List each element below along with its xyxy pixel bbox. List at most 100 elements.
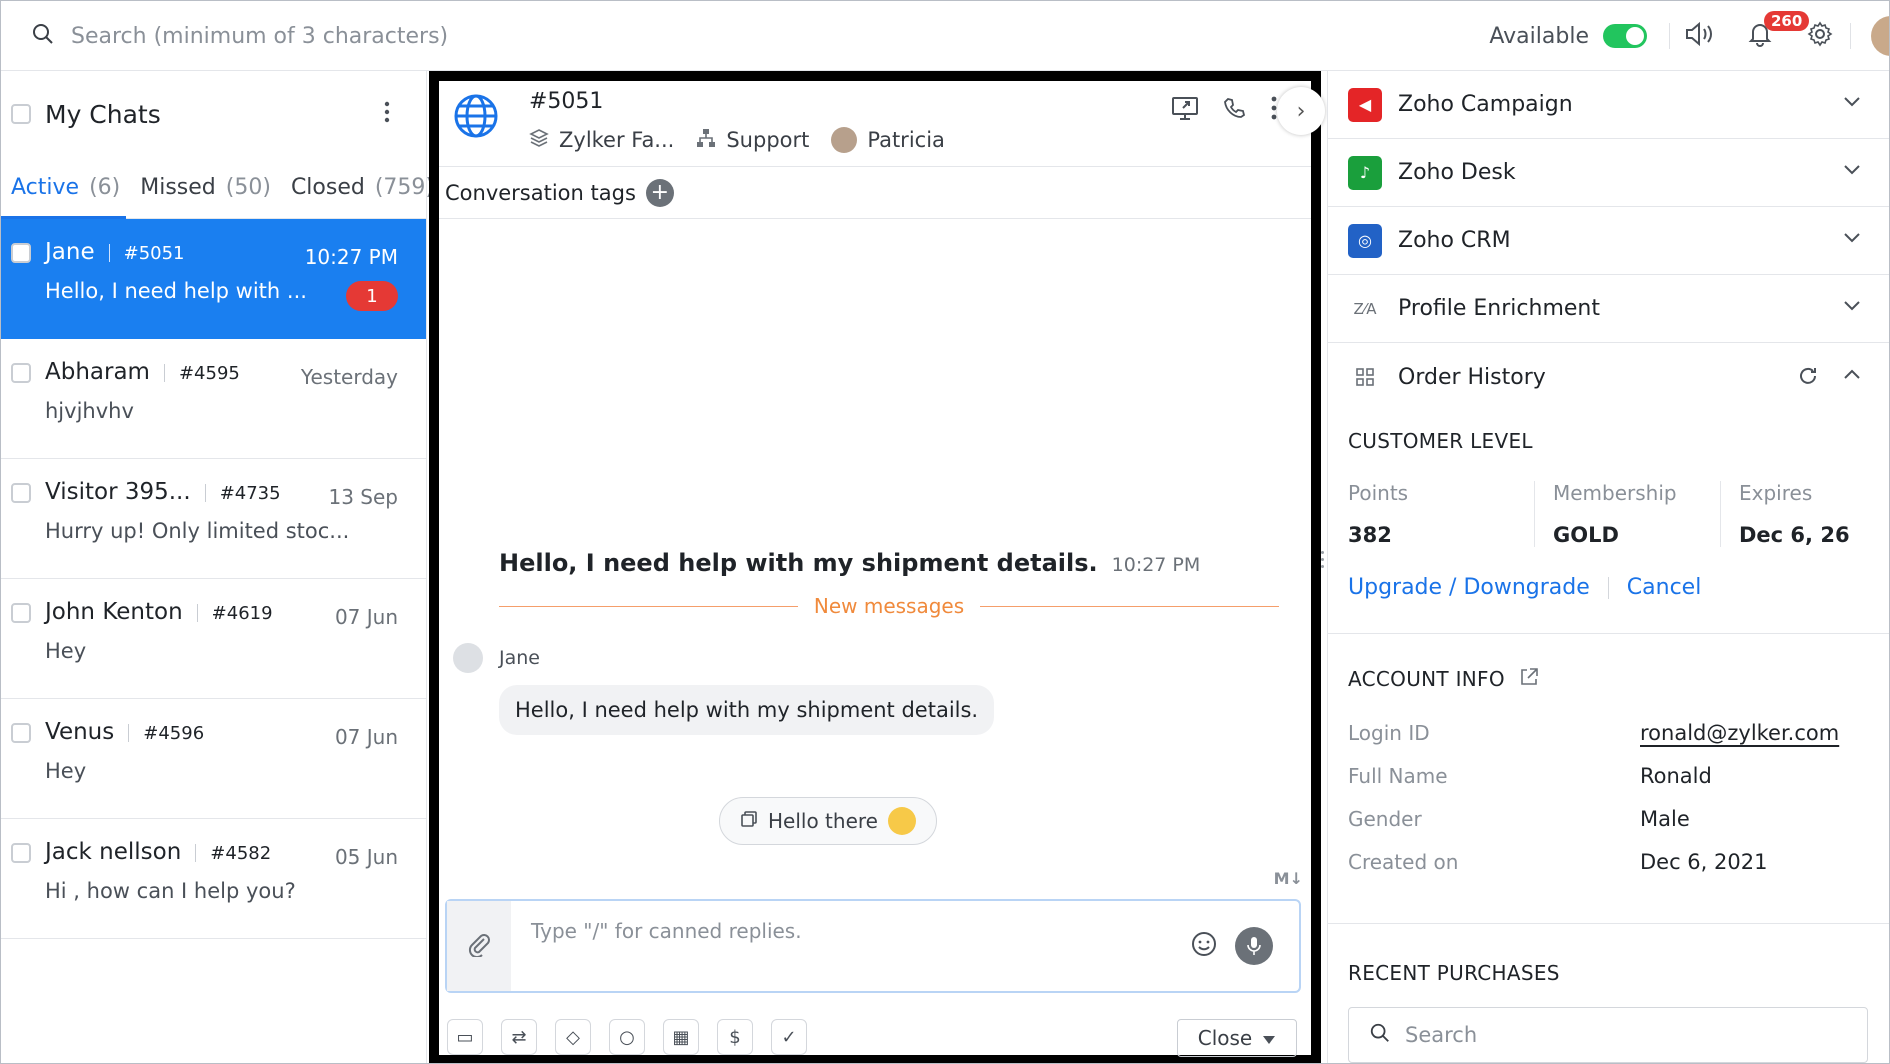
dollar-icon[interactable]: $ [717, 1019, 753, 1055]
chat-checkbox[interactable] [11, 723, 31, 743]
login-id-value[interactable]: ronald@zylker.com [1640, 721, 1839, 745]
search-icon [1369, 1022, 1391, 1049]
chat-preview: Hurry up! Only limited stoc... [45, 519, 350, 543]
chat-list-item[interactable]: Visitor 395... #4735 13 Sep Hurry up! Onl… [1, 459, 426, 579]
notifications-button[interactable]: 260 [1730, 1, 1810, 71]
user-avatar[interactable] [1871, 16, 1889, 56]
refresh-icon[interactable] [1797, 365, 1819, 391]
chat-checkbox[interactable] [11, 483, 31, 503]
membership-label: Membership [1553, 481, 1677, 505]
chat-list-item[interactable]: Abharam #4595 Yesterday hjvjhvhv [1, 339, 426, 459]
points-label: Points [1348, 481, 1409, 505]
chat-name: Abharam [45, 359, 150, 385]
settings-button[interactable] [1790, 1, 1850, 71]
megaphone-icon: ◀ [1348, 87, 1382, 122]
top-bar: Search (minimum of 3 characters) Availab… [1, 1, 1889, 71]
hierarchy-icon [696, 128, 716, 153]
desk-icon: ♪ [1348, 155, 1382, 190]
conversation-id: #5051 [529, 89, 604, 114]
message-bubble: Hello, I need help with my shipment deta… [499, 685, 995, 735]
zoho-crm-section[interactable]: ◎ Zoho CRM [1328, 207, 1889, 275]
section-label: Zoho CRM [1398, 228, 1511, 253]
divider [1850, 23, 1851, 49]
chevron-right-icon[interactable]: › [1277, 87, 1325, 135]
chat-id: #4619 [211, 603, 273, 624]
external-link-icon[interactable] [1519, 667, 1539, 691]
chevron-up-icon[interactable] [1843, 365, 1861, 384]
zoho-desk-section[interactable]: ♪ Zoho Desk [1328, 139, 1889, 207]
order-history-section[interactable]: Order History [1328, 343, 1889, 411]
add-tag-button[interactable]: + [645, 178, 674, 207]
crm-icon: ◎ [1348, 223, 1382, 258]
section-label: Zoho Campaign [1398, 92, 1573, 117]
copy-icon [740, 809, 758, 833]
smile-emoji-icon [887, 807, 916, 835]
chat-list-item[interactable]: John Kenton #4619 07 Jun Hey [1, 579, 426, 699]
composer-toolbar: ▭ ⇄ ◇ ○ ▦ $ ✓ [447, 1019, 807, 1055]
panel-title: My Chats [45, 99, 161, 129]
customer-level-title: CUSTOMER LEVEL [1348, 429, 1533, 453]
sender-name: Jane [499, 647, 540, 669]
purchases-search-input[interactable]: Search [1348, 1007, 1868, 1063]
chat-name: Visitor 395... [45, 479, 191, 505]
quick-reply-chip[interactable]: Hello there [719, 797, 937, 845]
search-placeholder: Search [1405, 1023, 1478, 1047]
chat-name: Venus [45, 719, 115, 745]
tab-count: (759) [374, 175, 435, 200]
zoho-campaign-section[interactable]: ◀ Zoho Campaign [1328, 71, 1889, 139]
message-input[interactable]: Type "/" for canned replies. [511, 901, 1191, 991]
select-all-checkbox[interactable] [11, 104, 31, 124]
globe-icon [453, 93, 499, 143]
panel-resize-handle[interactable] [1321, 551, 1325, 581]
briefcase-icon[interactable]: ▭ [447, 1019, 483, 1055]
chat-list-item[interactable]: Jane #5051 10:27 PM Hello, I need help wi… [1, 219, 426, 339]
chat-preview: Hi , how can I help you? [45, 879, 296, 903]
spellcheck-icon[interactable]: ✓ [771, 1019, 807, 1055]
chat-time: 07 Jun [334, 725, 398, 749]
chat-name: Jane [45, 239, 95, 265]
chat-checkbox[interactable] [11, 603, 31, 623]
close-chat-button[interactable]: Close [1177, 1019, 1297, 1057]
chat-preview: Hello, I need help with ... [45, 279, 307, 303]
availability-toggle[interactable] [1603, 24, 1647, 48]
divider [1328, 633, 1889, 634]
chat-checkbox[interactable] [11, 843, 31, 863]
phone-icon[interactable] [1223, 96, 1247, 124]
tab-active[interactable]: Active (6) [11, 175, 120, 200]
created-on-value: Dec 6, 2021 [1640, 850, 1768, 874]
emoji-icon[interactable] [1191, 931, 1217, 961]
transfer-icon[interactable]: ⇄ [501, 1019, 537, 1055]
screen-share-icon[interactable] [1171, 95, 1199, 125]
search-icon [31, 22, 55, 50]
chat-name: John Kenton [45, 599, 183, 625]
chat-checkbox[interactable] [11, 243, 31, 263]
sound-button[interactable] [1670, 1, 1730, 71]
more-options-icon[interactable] [384, 101, 390, 127]
caret-down-icon [1262, 1026, 1276, 1050]
calendar-icon[interactable]: ▦ [663, 1019, 699, 1055]
layers-icon [529, 128, 549, 153]
tab-label: Closed [290, 175, 365, 200]
enrichment-icon: Z⁄A [1353, 299, 1377, 318]
department-info: Support [696, 128, 809, 153]
chat-checkbox[interactable] [11, 363, 31, 383]
global-search[interactable]: Search (minimum of 3 characters) [31, 17, 448, 55]
microphone-button[interactable] [1235, 927, 1273, 965]
cancel-link[interactable]: Cancel [1627, 575, 1702, 600]
attach-button[interactable] [447, 901, 511, 991]
upgrade-downgrade-link[interactable]: Upgrade / Downgrade [1348, 575, 1590, 600]
chat-list-item[interactable]: Jack nellson #4582 05 Jun Hi , how can I … [1, 819, 426, 939]
search-input[interactable]: Search (minimum of 3 characters) [71, 24, 448, 49]
full-name-value: Ronald [1640, 764, 1712, 788]
bulb-icon[interactable]: ○ [609, 1019, 645, 1055]
chat-id: #4596 [143, 723, 205, 744]
account-info-title: ACCOUNT INFO [1348, 667, 1505, 691]
section-label: Order History [1398, 364, 1546, 390]
tab-closed[interactable]: Closed (759) [291, 175, 434, 200]
diamond-icon[interactable]: ◇ [555, 1019, 591, 1055]
tab-missed[interactable]: Missed (50) [140, 175, 271, 200]
profile-enrichment-section[interactable]: Z⁄A Profile Enrichment [1328, 275, 1889, 343]
chat-list-item[interactable]: Venus #4596 07 Jun Hey [1, 699, 426, 819]
markdown-icon[interactable]: M↓ [1274, 869, 1303, 888]
created-on-label: Created on [1348, 850, 1459, 874]
